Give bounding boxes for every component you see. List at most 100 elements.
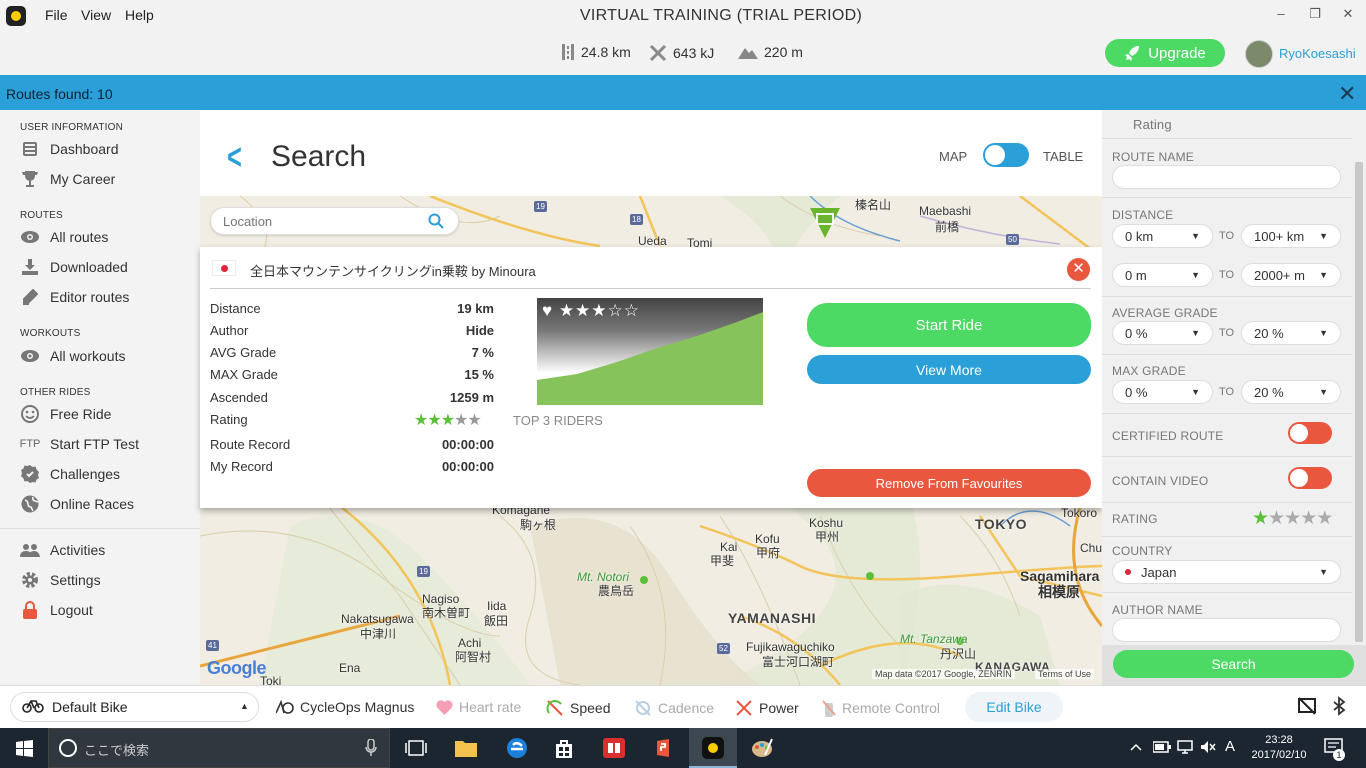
screen-off-icon[interactable]: [1297, 696, 1317, 716]
elevation-to-select[interactable]: 2000+ m ▼: [1241, 263, 1341, 287]
gear-icon: [20, 571, 40, 589]
sensor-label: Speed: [570, 700, 611, 716]
battery-icon[interactable]: [1153, 741, 1171, 753]
chevron-up-icon[interactable]: [1130, 742, 1142, 752]
filter-scrollbar-thumb[interactable]: [1355, 162, 1363, 642]
close-banner-icon[interactable]: ✕: [1338, 81, 1356, 107]
stat-energy-value: 643 kJ: [673, 45, 715, 61]
back-chevron-icon[interactable]: <: [227, 136, 242, 178]
volume-muted-icon[interactable]: [1200, 740, 1216, 754]
paint-app-icon[interactable]: [749, 735, 775, 761]
avatar[interactable]: [1245, 40, 1273, 68]
contain-video-switch[interactable]: [1288, 467, 1332, 489]
sidebar-item-editor-routes[interactable]: Editor routes: [20, 288, 129, 306]
detail-label: Rating: [210, 412, 248, 427]
card-divider: [210, 288, 1091, 289]
star-empty-icon[interactable]: ★: [1284, 508, 1301, 529]
training-app-icon[interactable]: [700, 735, 726, 761]
username-link[interactable]: RyoKoesashi: [1279, 46, 1356, 61]
map-table-toggle[interactable]: [983, 143, 1029, 167]
power-sensor[interactable]: Power: [735, 699, 799, 717]
cadence-sensor[interactable]: Cadence: [634, 699, 714, 717]
certified-route-switch[interactable]: [1288, 422, 1332, 444]
map-label: 甲斐: [710, 554, 735, 568]
task-view-icon[interactable]: [405, 739, 427, 757]
max-grade-from-select[interactable]: 0 % ▼: [1112, 380, 1213, 404]
smile-icon: [20, 405, 40, 423]
star-empty-icon[interactable]: ★: [1316, 508, 1333, 529]
menu-view[interactable]: View: [81, 7, 111, 23]
star-filled-icon[interactable]: ★: [1252, 508, 1269, 529]
upgrade-button[interactable]: Upgrade: [1105, 39, 1225, 67]
file-explorer-icon[interactable]: [453, 735, 479, 761]
sidebar-item-downloaded[interactable]: Downloaded: [20, 258, 128, 276]
sidebar-item-settings[interactable]: Settings: [20, 571, 101, 589]
start-ride-button[interactable]: Start Ride: [807, 303, 1091, 347]
sidebar-item-online-races[interactable]: Online Races: [20, 495, 134, 513]
office-app-icon[interactable]: [651, 735, 677, 761]
windows-start-icon[interactable]: [16, 740, 33, 757]
sensor-label: CycleOps Magnus: [300, 699, 415, 715]
menu-help[interactable]: Help: [125, 7, 154, 23]
edit-bike-button[interactable]: Edit Bike: [965, 692, 1063, 722]
table-view-label[interactable]: TABLE: [1043, 149, 1083, 164]
restore-button[interactable]: ❐: [1305, 6, 1325, 22]
sidebar-item-dashboard[interactable]: Dashboard: [20, 140, 119, 158]
close-card-button[interactable]: ✕: [1067, 258, 1090, 281]
sidebar-item-logout[interactable]: Logout: [20, 601, 93, 619]
map-label: 農鳥岳: [598, 584, 635, 598]
sidebar-item-all-routes[interactable]: All routes: [20, 228, 108, 246]
minimize-button[interactable]: –: [1271, 6, 1291, 21]
microphone-icon[interactable]: [365, 739, 377, 757]
star-empty-icon[interactable]: ★: [1300, 508, 1317, 529]
bluetooth-icon[interactable]: [1331, 696, 1347, 716]
remove-favourites-button[interactable]: Remove From Favourites: [807, 469, 1091, 497]
book-app-icon[interactable]: [601, 735, 627, 761]
speed-sensor[interactable]: Speed: [546, 699, 610, 717]
elevation-from-select[interactable]: 0 m ▼: [1112, 263, 1213, 287]
road-icon: [562, 44, 574, 60]
map-view-label[interactable]: MAP: [939, 149, 967, 164]
filter-divider: [1102, 413, 1352, 414]
view-more-button[interactable]: View More: [807, 355, 1091, 384]
map-terms-link[interactable]: Terms of Use: [1035, 669, 1095, 679]
rating-filter-stars[interactable]: ★★★★★: [1252, 507, 1333, 530]
heart-rate-sensor[interactable]: Heart rate: [436, 699, 521, 715]
route-name-input[interactable]: [1112, 165, 1341, 189]
edge-browser-icon[interactable]: [504, 735, 530, 761]
search-icon[interactable]: [428, 213, 444, 229]
search-button[interactable]: Search: [1113, 650, 1354, 678]
taskbar-clock[interactable]: 23:28 2017/02/10: [1249, 733, 1309, 763]
sidebar-item-all-workouts[interactable]: All workouts: [20, 347, 125, 365]
country-select[interactable]: Japan ▼: [1112, 560, 1341, 584]
upgrade-label: Upgrade: [1148, 44, 1206, 62]
author-name-input[interactable]: [1112, 618, 1341, 642]
sidebar-item-activities[interactable]: Activities: [20, 541, 105, 559]
sidebar-item-challenges[interactable]: Challenges: [20, 465, 120, 483]
sidebar-item-free-ride[interactable]: Free Ride: [20, 405, 111, 423]
distance-from-select[interactable]: 0 km ▼: [1112, 224, 1213, 248]
map-label: Ena: [339, 661, 361, 675]
avg-grade-from-select[interactable]: 0 % ▼: [1112, 321, 1213, 345]
bike-select[interactable]: [10, 692, 259, 722]
distance-to-select[interactable]: 100+ km ▼: [1241, 224, 1341, 248]
edit-icon: [20, 288, 40, 306]
notification-count-badge: 1: [1333, 749, 1345, 761]
bike-select-value: Default Bike: [52, 699, 128, 715]
network-icon[interactable]: [1177, 740, 1193, 754]
section-routes: ROUTES: [20, 210, 63, 221]
store-icon[interactable]: [551, 735, 577, 761]
sidebar-item-career[interactable]: My Career: [20, 170, 115, 188]
max-grade-to-select[interactable]: 20 % ▼: [1241, 380, 1341, 404]
star-empty-icon[interactable]: ★: [1268, 508, 1285, 529]
trainer-sensor[interactable]: CycleOps Magnus: [276, 699, 414, 715]
map-label: 榛名山: [855, 198, 892, 212]
ime-indicator[interactable]: A: [1225, 738, 1235, 755]
close-button[interactable]: ✕: [1338, 6, 1358, 22]
menu-file[interactable]: File: [45, 7, 68, 23]
avg-grade-to-select[interactable]: 20 % ▼: [1241, 321, 1341, 345]
eye-icon: [20, 347, 40, 365]
location-input[interactable]: [223, 214, 423, 229]
remote-control-sensor[interactable]: Remote Control: [822, 699, 940, 717]
sidebar-item-ftp-test[interactable]: FTP Start FTP Test: [20, 435, 139, 453]
